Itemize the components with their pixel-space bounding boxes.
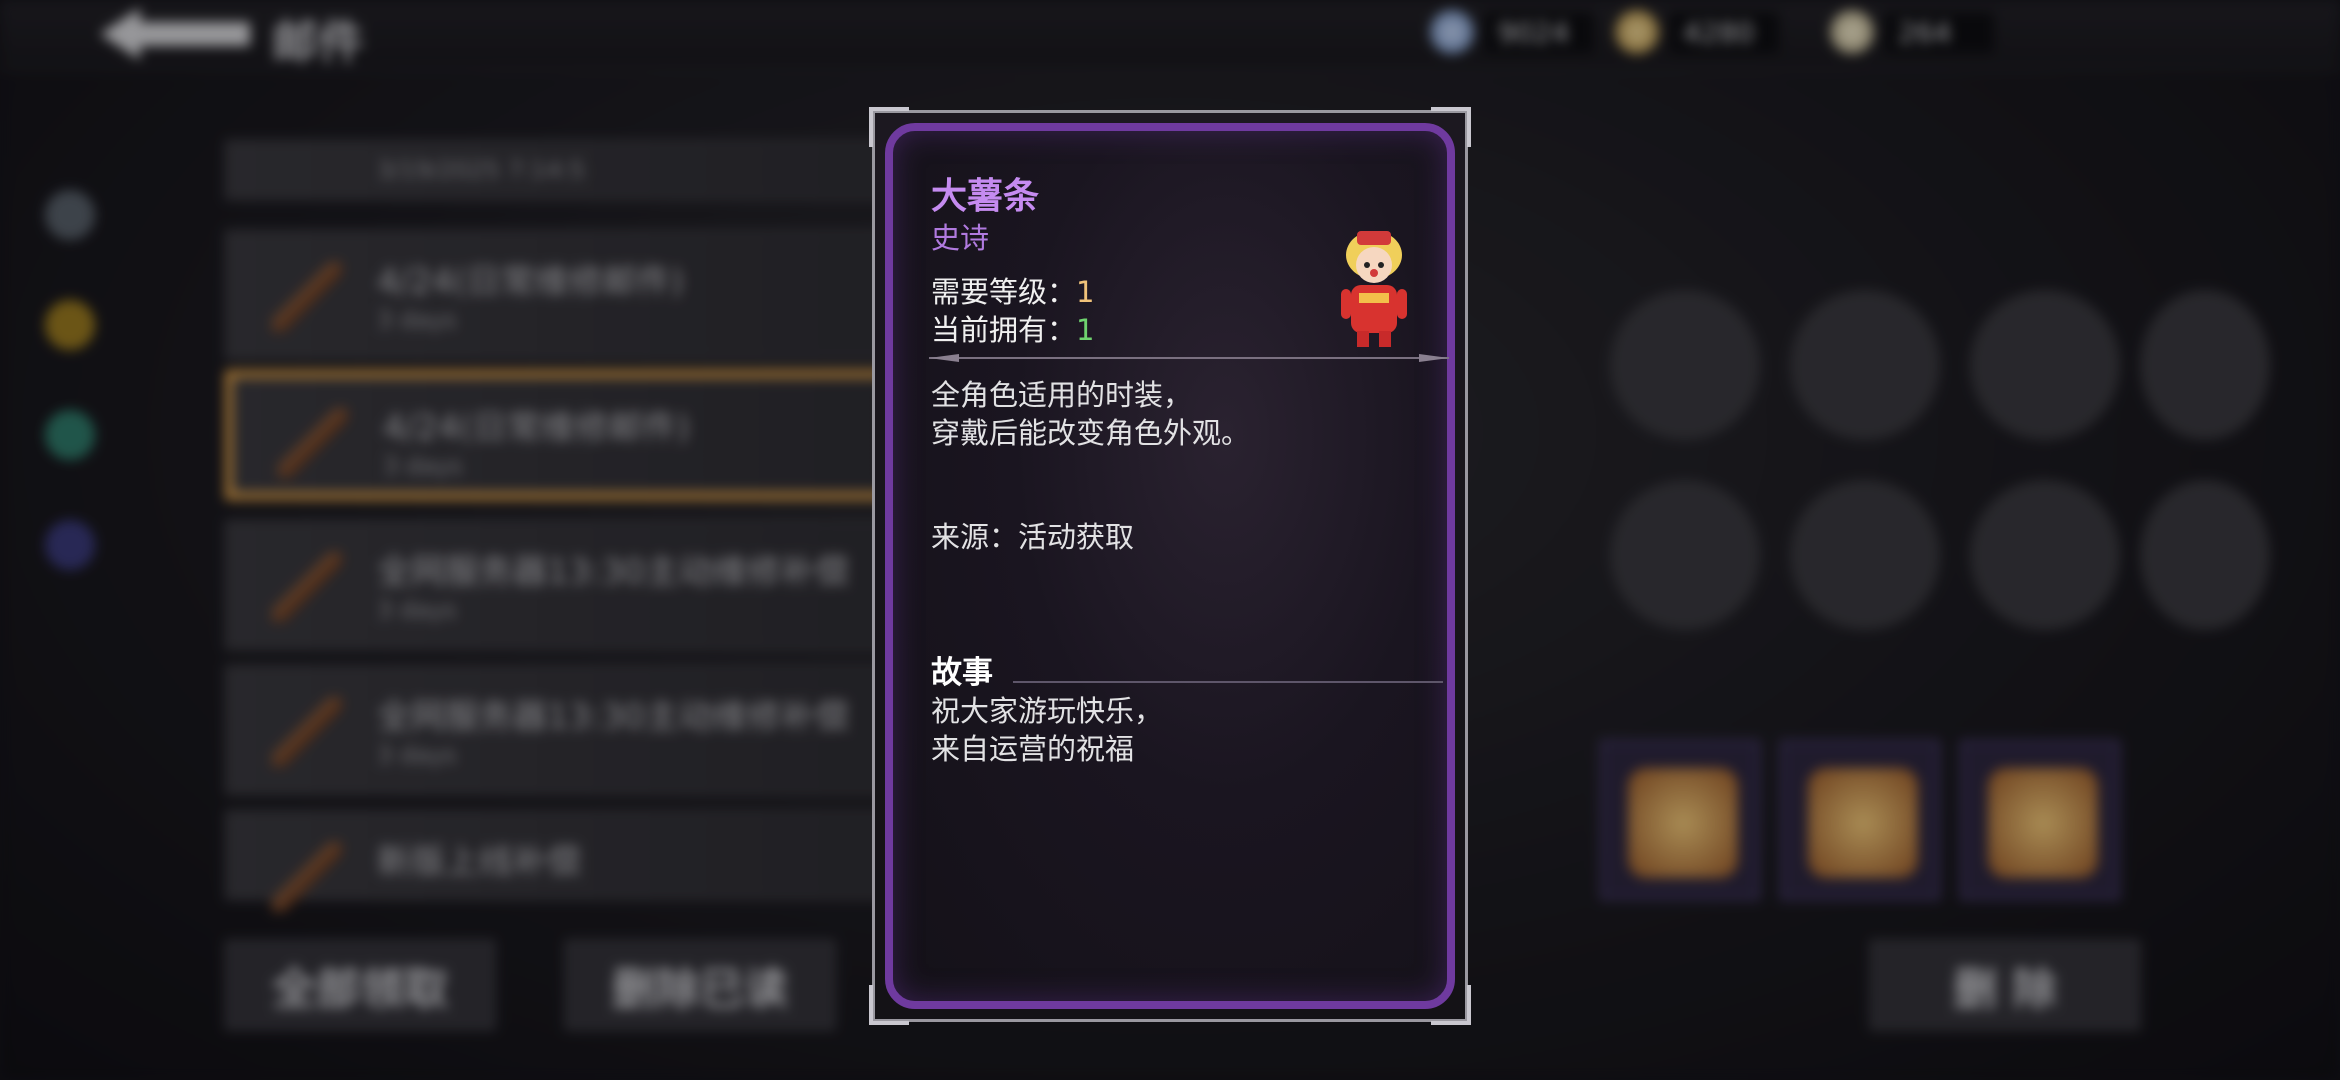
costume-figure-icon (1341, 231, 1407, 347)
item-description-line: 全角色适用的时装， (931, 378, 1193, 412)
story-line: 祝大家游玩快乐， (931, 694, 1164, 728)
owned-count-row: 当前拥有：1 (931, 307, 1094, 349)
item-source: 来源：活动获取 (931, 520, 1135, 554)
item-detail-card: 大薯条 史诗 需要等级：1 当前拥有：1 全角色适用的时装， 穿戴后能改变角色外… (869, 107, 1471, 1025)
item-rarity: 史诗 (931, 221, 990, 255)
item-description-line: 穿戴后能改变角色外观。 (931, 416, 1251, 450)
story-divider (1013, 681, 1443, 683)
story-title: 故事 (931, 655, 993, 691)
required-level-label: 需要等级： (931, 275, 1077, 309)
game-screen: 邮件 9024 4280 264 3/19/2025 7:14:5 4/24(日… (0, 0, 2340, 1080)
owned-count-label: 当前拥有： (931, 313, 1077, 347)
owned-count-value: 1 (1076, 313, 1095, 347)
section-divider (929, 354, 1449, 362)
card-frame: 大薯条 史诗 需要等级：1 当前拥有：1 全角色适用的时装， 穿戴后能改变角色外… (885, 123, 1455, 1009)
story-line: 来自运营的祝福 (931, 732, 1135, 766)
required-level-value: 1 (1076, 275, 1095, 309)
required-level-row: 需要等级：1 (931, 269, 1094, 311)
item-name: 大薯条 (931, 176, 1040, 217)
